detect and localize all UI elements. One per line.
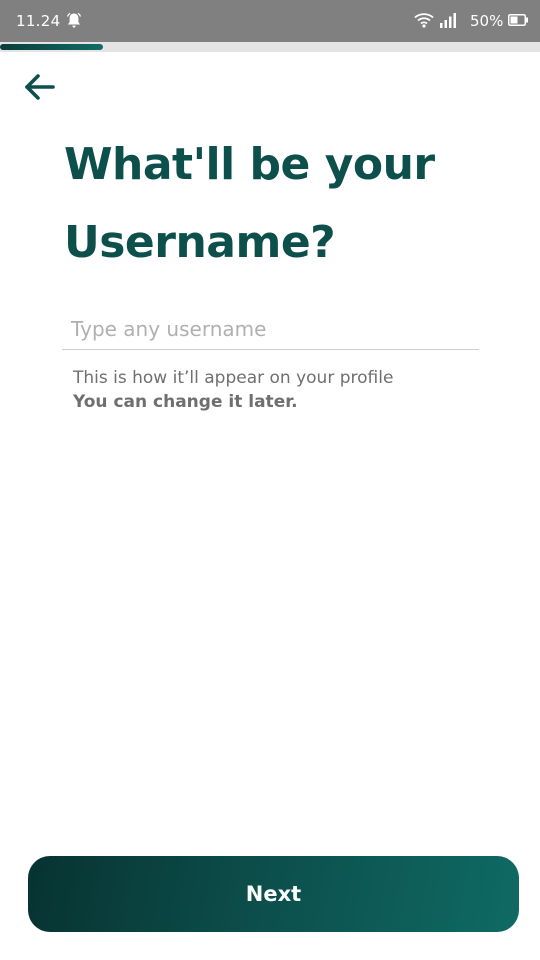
helper-text: This is how it’ll appear on your profile [73, 368, 394, 388]
username-input[interactable] [62, 308, 479, 350]
back-button[interactable] [18, 66, 60, 108]
battery-percent: 50% [470, 12, 504, 30]
status-bar: 11.24 50% [0, 0, 540, 42]
helper-note: You can change it later. [73, 392, 298, 412]
progress-fill [0, 44, 103, 50]
signal-icon [440, 13, 456, 28]
battery-icon [508, 14, 528, 26]
page-title: What'll be your Username? [64, 139, 435, 268]
wifi-icon [414, 13, 434, 28]
arrow-left-icon [25, 74, 55, 100]
next-button[interactable]: Next [28, 856, 519, 932]
progress-bar [0, 42, 540, 52]
bell-icon [66, 12, 82, 28]
status-time: 11.24 [16, 12, 61, 30]
